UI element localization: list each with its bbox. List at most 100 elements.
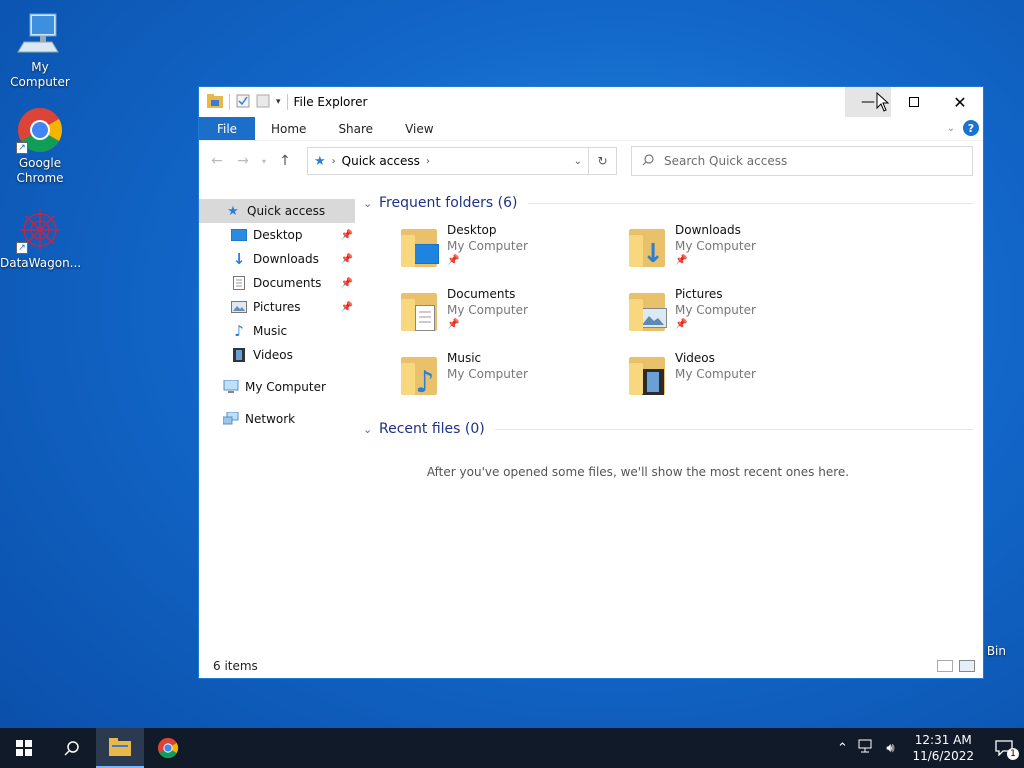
folder-tile-documents[interactable]: Documents My Computer 📌: [399, 285, 627, 349]
properties-icon[interactable]: [236, 94, 250, 111]
close-button[interactable]: ✕: [937, 87, 983, 117]
mouse-cursor-icon: [876, 91, 890, 115]
nav-downloads[interactable]: ↓ Downloads 📌: [199, 247, 359, 271]
refresh-button[interactable]: ↻: [589, 147, 617, 175]
show-hidden-icons-chevron-icon[interactable]: ⌃: [830, 741, 854, 756]
new-folder-icon[interactable]: [256, 94, 270, 111]
title-bar[interactable]: ▾ File Explorer — ✕: [199, 87, 983, 117]
taskbar: ⌃ 🔊︎ 12:31 AM 11/6/2022 1: [0, 728, 1024, 768]
tab-view[interactable]: View: [389, 117, 449, 140]
desktop-icon-datawagon[interactable]: ↗ DataWagon...: [0, 206, 81, 271]
folder-name: Desktop: [447, 223, 497, 237]
desktop-icon-google-chrome[interactable]: ↗ Google Chrome: [0, 106, 80, 186]
pin-icon: 📌: [675, 319, 688, 330]
address-field[interactable]: ★ › Quick access › ⌄: [307, 147, 589, 175]
ribbon-tabs: File Home Share View ⌄ ?: [199, 117, 983, 141]
pin-icon: 📌: [340, 277, 353, 289]
maximize-button[interactable]: [891, 87, 937, 117]
section-title: Frequent folders (6): [379, 195, 518, 211]
close-icon: ✕: [953, 92, 967, 112]
recent-locations-button[interactable]: ▾: [259, 157, 269, 166]
recent-files-header[interactable]: ⌄ Recent files (0): [363, 415, 983, 443]
folder-tile-downloads[interactable]: ↓ Downloads My Computer 📌: [627, 221, 855, 285]
breadcrumb-quick-access[interactable]: Quick access: [342, 154, 420, 168]
refresh-icon: ↻: [597, 154, 608, 168]
folder-tile-pictures[interactable]: Pictures My Computer 📌: [627, 285, 855, 349]
maximize-icon: [909, 97, 919, 107]
nav-pictures[interactable]: Pictures 📌: [199, 295, 359, 319]
forward-arrow-icon: →: [237, 153, 249, 169]
search-input[interactable]: [664, 154, 954, 168]
taskbar-file-explorer[interactable]: [96, 728, 144, 768]
nav-videos[interactable]: Videos: [199, 343, 359, 367]
folder-name: Videos: [675, 351, 715, 365]
nav-label: Videos: [253, 348, 293, 362]
tab-home[interactable]: Home: [255, 117, 322, 140]
clock-date: 11/6/2022: [912, 749, 974, 763]
clock[interactable]: 12:31 AM 11/6/2022: [902, 732, 984, 764]
folder-icon: [109, 738, 131, 756]
action-center-button[interactable]: 1: [984, 740, 1024, 760]
tab-file[interactable]: File: [199, 117, 255, 140]
shortcut-arrow-icon: ↗: [16, 142, 28, 154]
quick-access-toolbar: ▾: [199, 87, 288, 117]
minimize-icon: —: [861, 94, 875, 110]
document-icon: [231, 275, 247, 291]
desktop-icon: [231, 227, 247, 243]
address-bar-row: ← → ▾ ↑ ★ › Quick access › ⌄ ↻: [199, 141, 983, 181]
start-button[interactable]: [0, 728, 48, 768]
folder-name: Pictures: [675, 287, 723, 301]
folder-location: My Computer: [447, 303, 528, 317]
up-button[interactable]: ↑: [275, 153, 295, 169]
nav-documents[interactable]: Documents 📌: [199, 271, 359, 295]
music-note-icon: ♪: [234, 322, 244, 340]
window-title: File Explorer: [293, 95, 368, 109]
back-button[interactable]: ←: [207, 153, 227, 169]
nav-my-computer[interactable]: My Computer: [199, 375, 359, 399]
chrome-icon: ↗: [16, 106, 64, 154]
folder-tile-desktop[interactable]: Desktop My Computer 📌: [399, 221, 627, 285]
nav-quick-access[interactable]: ★ Quick access: [199, 199, 355, 223]
content-pane: ⌄ Frequent folders (6) Desktop My Compute…: [363, 181, 983, 479]
pin-icon: 📌: [340, 301, 353, 313]
network-icon[interactable]: [854, 739, 878, 757]
up-arrow-icon: ↑: [279, 153, 291, 169]
folder-tile-videos[interactable]: Videos My Computer: [627, 349, 855, 413]
expand-ribbon-icon[interactable]: ⌄: [947, 123, 955, 134]
details-view-button[interactable]: [937, 660, 953, 672]
frequent-folders-grid: Desktop My Computer 📌 ↓ Downloads My Comput…: [399, 221, 983, 413]
nav-desktop[interactable]: Desktop 📌: [199, 223, 359, 247]
navigation-pane: ★ Quick access Desktop 📌 ↓ Downloads 📌 D…: [199, 199, 359, 431]
search-button[interactable]: [48, 728, 96, 768]
computer-icon: [16, 10, 64, 58]
address-dropdown-icon[interactable]: ⌄: [574, 156, 582, 167]
system-tray: ⌃ 🔊︎ 12:31 AM 11/6/2022 1: [830, 728, 1024, 768]
forward-button[interactable]: →: [233, 153, 253, 169]
chevron-down-icon: ⌄: [363, 422, 373, 436]
volume-icon[interactable]: 🔊︎: [878, 741, 902, 756]
notification-icon: 1: [995, 740, 1019, 760]
tab-share[interactable]: Share: [322, 117, 389, 140]
search-icon: [642, 153, 654, 169]
folder-icon: [399, 227, 443, 275]
taskbar-google-chrome[interactable]: [144, 728, 192, 768]
search-box[interactable]: [631, 146, 973, 176]
desktop-icon-my-computer[interactable]: My Computer: [0, 10, 80, 90]
nav-music[interactable]: ♪ Music: [199, 319, 359, 343]
nav-network[interactable]: Network: [199, 407, 359, 431]
folder-tile-music[interactable]: ♪ Music My Computer: [399, 349, 627, 413]
help-icon[interactable]: ?: [963, 120, 979, 136]
back-arrow-icon: ←: [211, 153, 223, 169]
picture-icon: [231, 299, 247, 315]
desktop-icon-label: My Computer: [10, 60, 70, 89]
windows-logo-icon: [16, 740, 32, 756]
large-icons-view-button[interactable]: [959, 660, 975, 672]
file-explorer-window: ▾ File Explorer — ✕ File Home Share View…: [198, 86, 984, 679]
breadcrumb-chevron-icon: ›: [331, 155, 336, 167]
folder-icon: [399, 291, 443, 339]
recent-files-empty-message: After you've opened some files, we'll sh…: [426, 465, 850, 479]
nav-label: Network: [245, 412, 296, 426]
frequent-folders-header[interactable]: ⌄ Frequent folders (6): [363, 189, 983, 217]
customize-toolbar-icon[interactable]: ▾: [276, 97, 281, 107]
nav-label: Music: [253, 324, 288, 338]
